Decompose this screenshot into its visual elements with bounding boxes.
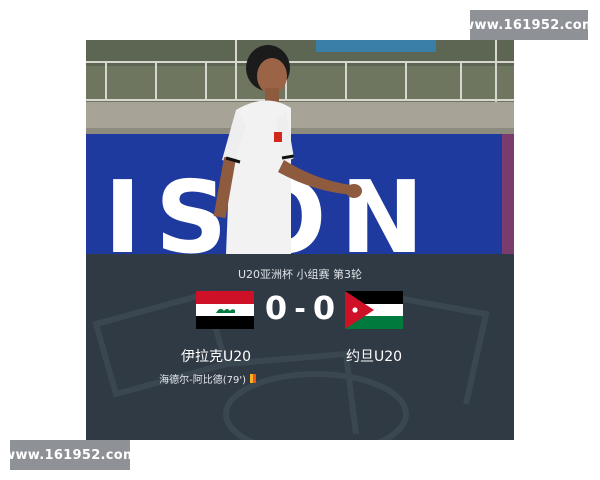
watermark-bottom: www.161952.com bbox=[3, 440, 137, 470]
score-separator: - bbox=[294, 291, 306, 325]
competition-title: U20亚洲杯 小组赛 第3轮 bbox=[237, 268, 363, 281]
score: 0 - 0 bbox=[256, 286, 344, 330]
jordan-flag-icon bbox=[345, 291, 403, 329]
scoreboard-panel: U20亚洲杯 小组赛 第3轮 0 - 0 伊拉克U20 约旦U20 海德尔-阿比… bbox=[86, 254, 514, 440]
yellow-red-card-icon bbox=[250, 374, 256, 383]
iraq-flag-icon bbox=[196, 291, 254, 329]
match-photo: ISON bbox=[86, 40, 514, 440]
home-team-name: 伊拉克U20 bbox=[180, 349, 252, 365]
stadium-scene: ISON bbox=[86, 40, 514, 254]
event-row: 海德尔-阿比德(79') bbox=[116, 371, 256, 386]
away-team-name: 约旦U20 bbox=[345, 349, 403, 365]
away-score: 0 bbox=[312, 289, 336, 327]
screenshot: www.161952.com U20亚洲杯 小组赛 第3轮 0 - 0 伊拉克U… bbox=[0, 0, 600, 480]
home-score: 0 bbox=[264, 289, 288, 327]
event-player: 海德尔-阿比德(79') bbox=[159, 375, 246, 386]
watermark-top: www.161952.com bbox=[462, 10, 596, 40]
